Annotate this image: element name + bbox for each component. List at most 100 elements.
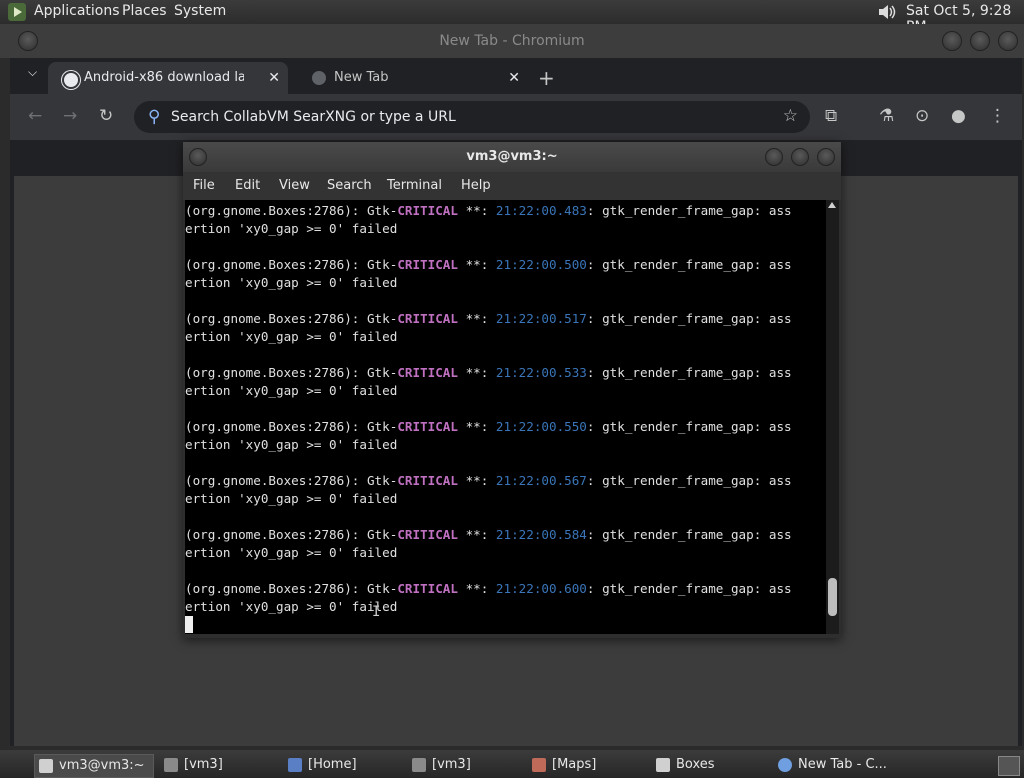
new-tab-button[interactable]: + bbox=[538, 62, 555, 94]
taskbar-item[interactable]: [vm3] bbox=[408, 754, 508, 776]
minimize-button[interactable] bbox=[765, 148, 783, 166]
log-level: CRITICAL bbox=[397, 365, 458, 380]
log-message: : gtk_render_frame_gap: ass bbox=[586, 419, 792, 434]
terminal-titlebar[interactable]: vm3@vm3:~ bbox=[183, 142, 841, 172]
log-line-continuation: ertion 'xy0_gap >= 0' failed bbox=[185, 383, 398, 398]
tab-label: New Tab bbox=[334, 70, 389, 85]
log-line-continuation: ertion 'xy0_gap >= 0' failed bbox=[185, 221, 398, 236]
terminal-scrollbar[interactable] bbox=[826, 200, 839, 634]
taskbar-item-label: [vm3] bbox=[432, 757, 471, 772]
menu-terminal[interactable]: Terminal bbox=[387, 178, 442, 193]
menu-help[interactable]: Help bbox=[461, 178, 491, 193]
chromium-titlebar[interactable]: New Tab - Chromium bbox=[0, 24, 1024, 58]
close-button[interactable] bbox=[998, 31, 1018, 51]
maximize-button[interactable] bbox=[970, 31, 990, 51]
bookmark-star-icon[interactable]: ☆ bbox=[783, 106, 798, 126]
chromium-icon bbox=[778, 758, 792, 772]
document-icon bbox=[288, 758, 302, 772]
log-line-continuation: ertion 'xy0_gap >= 0' failed bbox=[185, 275, 398, 290]
tab-android-x86[interactable]: Android-x86 download latest ✕ bbox=[48, 62, 288, 94]
menu-view[interactable]: View bbox=[279, 178, 310, 193]
taskbar-item-label: New Tab - C... bbox=[798, 757, 887, 772]
address-bar[interactable]: ⚲ Search CollabVM SearXNG or type a URL … bbox=[134, 101, 810, 133]
log-prefix: (org.gnome.Boxes:2786): Gtk- bbox=[185, 527, 398, 542]
log-line-continuation: ertion 'xy0_gap >= 0' failed bbox=[185, 599, 398, 614]
window-menu-icon[interactable] bbox=[189, 148, 207, 166]
log-stars: **: bbox=[457, 581, 496, 596]
log-line-continuation: ertion 'xy0_gap >= 0' failed bbox=[185, 545, 398, 560]
log-prefix: (org.gnome.Boxes:2786): Gtk- bbox=[185, 257, 398, 272]
reload-icon[interactable]: ↻ bbox=[99, 106, 113, 126]
terminal-icon bbox=[39, 759, 53, 773]
top-panel: Applications Places System Sat Oct 5, 9:… bbox=[0, 0, 1024, 35]
forward-icon[interactable]: → bbox=[63, 106, 77, 126]
terminal-window: vm3@vm3:~ File Edit View Search Terminal… bbox=[183, 142, 841, 638]
tab-strip: ⌵ Android-x86 download latest ✕ New Tab … bbox=[10, 58, 1022, 94]
taskbar-item[interactable]: New Tab - C... bbox=[774, 754, 894, 776]
taskbar-item[interactable]: Boxes bbox=[652, 754, 752, 776]
taskbar-item[interactable]: vm3@vm3:~ bbox=[34, 754, 154, 778]
menu-edit[interactable]: Edit bbox=[235, 178, 260, 193]
mouse-ibeam-cursor: I bbox=[372, 604, 381, 620]
applications-icon[interactable] bbox=[8, 3, 26, 21]
scrollbar-thumb[interactable] bbox=[828, 578, 837, 616]
taskbar-item[interactable]: [vm3] bbox=[160, 754, 260, 776]
labs-flask-icon[interactable]: ⚗ bbox=[879, 106, 894, 126]
taskbar-item-label: [Home] bbox=[308, 757, 357, 772]
terminal-menubar: File Edit View Search Terminal Help bbox=[183, 172, 841, 200]
log-level: CRITICAL bbox=[397, 473, 458, 488]
log-timestamp: 21:22:00.584 bbox=[495, 527, 587, 542]
taskbar-item-label: Boxes bbox=[676, 757, 715, 772]
kebab-menu-icon[interactable]: ⋮ bbox=[989, 106, 1006, 126]
close-tab-icon[interactable]: ✕ bbox=[268, 62, 280, 94]
text-cursor bbox=[185, 616, 193, 633]
log-prefix: (org.gnome.Boxes:2786): Gtk- bbox=[185, 419, 398, 434]
log-message: : gtk_render_frame_gap: ass bbox=[586, 527, 792, 542]
menu-file[interactable]: File bbox=[193, 178, 215, 193]
tab-search-icon[interactable]: ⌵ bbox=[28, 65, 37, 80]
menu-search[interactable]: Search bbox=[327, 178, 372, 193]
close-tab-icon[interactable]: ✕ bbox=[508, 62, 520, 94]
taskbar-item[interactable]: [Home] bbox=[284, 754, 384, 776]
extensions-icon[interactable]: ⧉ bbox=[825, 106, 837, 126]
taskbar-item[interactable]: [Maps] bbox=[528, 754, 628, 776]
log-prefix: (org.gnome.Boxes:2786): Gtk- bbox=[185, 581, 398, 596]
places-menu[interactable]: Places bbox=[122, 3, 167, 19]
log-level: CRITICAL bbox=[397, 581, 458, 596]
boxes-icon bbox=[656, 758, 670, 772]
log-line: (org.gnome.Boxes:2786): Gtk-CRITICAL **:… bbox=[185, 418, 792, 436]
log-stars: **: bbox=[457, 419, 496, 434]
log-line: (org.gnome.Boxes:2786): Gtk-CRITICAL **:… bbox=[185, 580, 792, 598]
volume-icon[interactable] bbox=[876, 3, 898, 21]
download-icon[interactable]: ⊙ bbox=[915, 106, 929, 126]
tab-new-tab[interactable]: New Tab ✕ bbox=[298, 62, 528, 94]
log-timestamp: 21:22:00.567 bbox=[495, 473, 587, 488]
profile-avatar-icon[interactable]: ● bbox=[951, 106, 966, 126]
terminal-output[interactable]: (org.gnome.Boxes:2786): Gtk-CRITICAL **:… bbox=[185, 200, 826, 634]
maximize-button[interactable] bbox=[791, 148, 809, 166]
window-menu-icon[interactable] bbox=[18, 31, 38, 51]
applications-menu[interactable]: Applications bbox=[34, 3, 120, 19]
log-timestamp: 21:22:00.483 bbox=[495, 203, 587, 218]
log-line: (org.gnome.Boxes:2786): Gtk-CRITICAL **:… bbox=[185, 472, 792, 490]
log-message: : gtk_render_frame_gap: ass bbox=[586, 203, 792, 218]
log-level: CRITICAL bbox=[397, 203, 458, 218]
folder-icon bbox=[164, 758, 178, 772]
log-line: (org.gnome.Boxes:2786): Gtk-CRITICAL **:… bbox=[185, 526, 792, 544]
browser-toolbar: ← → ↻ ⚲ Search CollabVM SearXNG or type … bbox=[10, 94, 1022, 140]
log-level: CRITICAL bbox=[397, 419, 458, 434]
show-desktop-button[interactable] bbox=[998, 756, 1020, 776]
log-message: : gtk_render_frame_gap: ass bbox=[586, 365, 792, 380]
log-timestamp: 21:22:00.517 bbox=[495, 311, 587, 326]
log-stars: **: bbox=[457, 257, 496, 272]
maps-icon bbox=[532, 758, 546, 772]
system-menu[interactable]: System bbox=[174, 3, 226, 19]
back-icon[interactable]: ← bbox=[28, 106, 42, 126]
log-line-continuation: ertion 'xy0_gap >= 0' failed bbox=[185, 491, 398, 506]
scroll-up-arrow-icon[interactable] bbox=[828, 202, 836, 208]
search-icon: ⚲ bbox=[148, 107, 161, 127]
address-input[interactable]: Search CollabVM SearXNG or type a URL bbox=[171, 101, 456, 133]
close-button[interactable] bbox=[817, 148, 835, 166]
log-line: (org.gnome.Boxes:2786): Gtk-CRITICAL **:… bbox=[185, 310, 792, 328]
minimize-button[interactable] bbox=[942, 31, 962, 51]
